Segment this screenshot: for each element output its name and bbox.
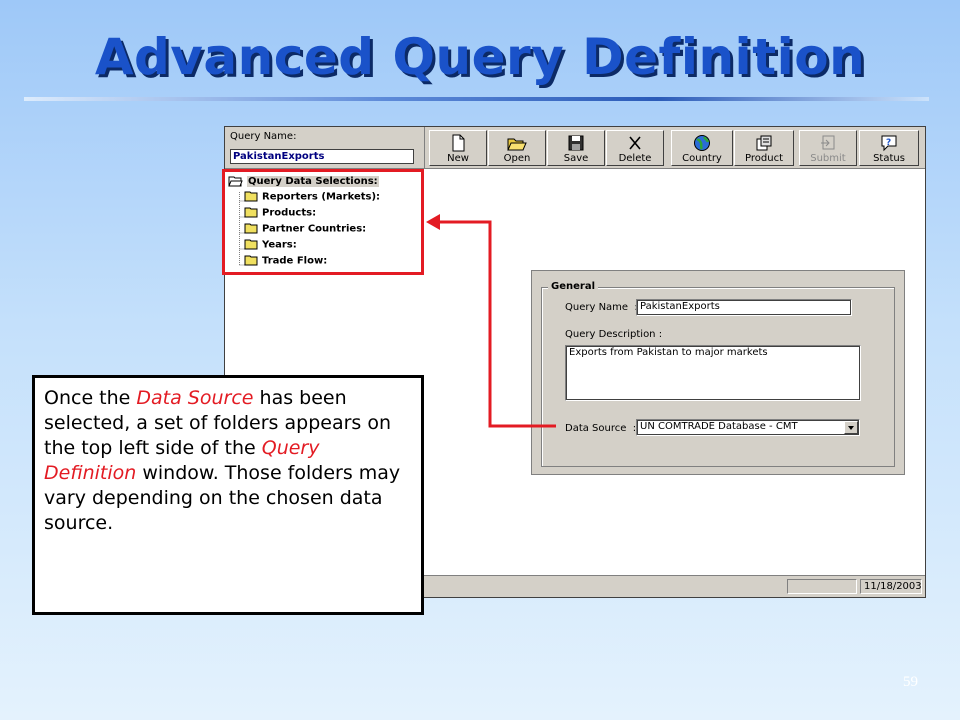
help-status-icon: ?: [881, 135, 897, 152]
tree-item-label: Partner Countries:: [262, 223, 367, 235]
folder-icon: [244, 255, 258, 266]
tree-item-label: Trade Flow:: [262, 255, 328, 267]
new-button[interactable]: New: [429, 130, 487, 166]
data-source-value: UN COMTRADE Database - CMT: [640, 421, 798, 432]
status-date: 11/18/2003: [860, 579, 922, 594]
query-name-field[interactable]: PakistanExports: [230, 149, 414, 164]
query-name-label: Query Name:: [230, 131, 297, 142]
tree-item-label: Reporters (Markets):: [262, 191, 381, 203]
folder-icon: [244, 223, 258, 234]
title-underline: [24, 97, 929, 101]
save-button[interactable]: Save: [547, 130, 605, 166]
chevron-down-icon[interactable]: [844, 421, 858, 434]
tree-item-years[interactable]: Years:: [244, 239, 297, 251]
toolbar: New Open Save Delete Country Product Sub…: [425, 127, 925, 169]
query-name-field-label: Query Name :: [565, 302, 638, 313]
new-button-label: New: [447, 153, 469, 164]
general-query-name-input[interactable]: PakistanExports: [636, 299, 852, 316]
open-folder-icon: [507, 138, 527, 151]
query-description-label: Query Description :: [565, 329, 663, 340]
save-button-label: Save: [563, 153, 589, 164]
open-folder-icon: [228, 176, 243, 187]
tree-item-products[interactable]: Products:: [244, 207, 316, 219]
query-description-textarea[interactable]: Exports from Pakistan to major markets: [565, 345, 861, 401]
folder-icon: [244, 239, 258, 250]
delete-x-icon: [629, 136, 641, 150]
page-number: 59: [903, 674, 918, 690]
new-document-icon: [452, 134, 465, 152]
open-button[interactable]: Open: [488, 130, 546, 166]
product-button[interactable]: Product: [734, 130, 794, 166]
submit-button[interactable]: Submit: [799, 130, 857, 166]
status-button[interactable]: ? Status: [859, 130, 919, 166]
folder-icon: [244, 191, 258, 202]
tree-root-query-data-selections[interactable]: Query Data Selections:: [228, 175, 379, 187]
status-cell-empty: [787, 579, 857, 594]
tree-root-label: Query Data Selections:: [247, 176, 379, 187]
tree-item-label: Years:: [262, 239, 297, 251]
svg-text:?: ?: [886, 138, 891, 148]
callout-highlight-data-source: Data Source: [136, 387, 254, 409]
callout-text-1: Once the: [44, 387, 137, 409]
save-disk-icon: [568, 135, 584, 151]
country-button-label: Country: [682, 153, 722, 164]
tree-item-label: Products:: [262, 207, 317, 219]
product-icon: [756, 135, 772, 151]
delete-button-label: Delete: [618, 153, 652, 164]
slide-title: Advanced Query Definition: [94, 28, 866, 86]
country-button[interactable]: Country: [671, 130, 733, 166]
general-legend: General: [548, 281, 598, 292]
status-button-label: Status: [873, 153, 905, 164]
folder-icon: [244, 207, 258, 218]
submit-button-label: Submit: [810, 153, 846, 164]
folder-tree-highlight: Query Data Selections: Reporters (Market…: [222, 169, 424, 275]
tree-item-reporters[interactable]: Reporters (Markets):: [244, 191, 380, 203]
product-button-label: Product: [745, 153, 783, 164]
query-name-panel: Query Name: PakistanExports: [225, 127, 425, 169]
open-button-label: Open: [503, 153, 531, 164]
explanation-callout: Once the Data Source has been selected, …: [32, 375, 424, 615]
submit-icon: [821, 135, 835, 150]
tree-item-partner-countries[interactable]: Partner Countries:: [244, 223, 366, 235]
delete-button[interactable]: Delete: [606, 130, 664, 166]
globe-icon: [694, 135, 710, 151]
data-source-label: Data Source :: [565, 423, 637, 434]
general-panel: General Query Name : PakistanExports Que…: [531, 270, 905, 475]
data-source-select[interactable]: UN COMTRADE Database - CMT: [636, 419, 860, 436]
tree-item-trade-flow[interactable]: Trade Flow:: [244, 255, 327, 267]
